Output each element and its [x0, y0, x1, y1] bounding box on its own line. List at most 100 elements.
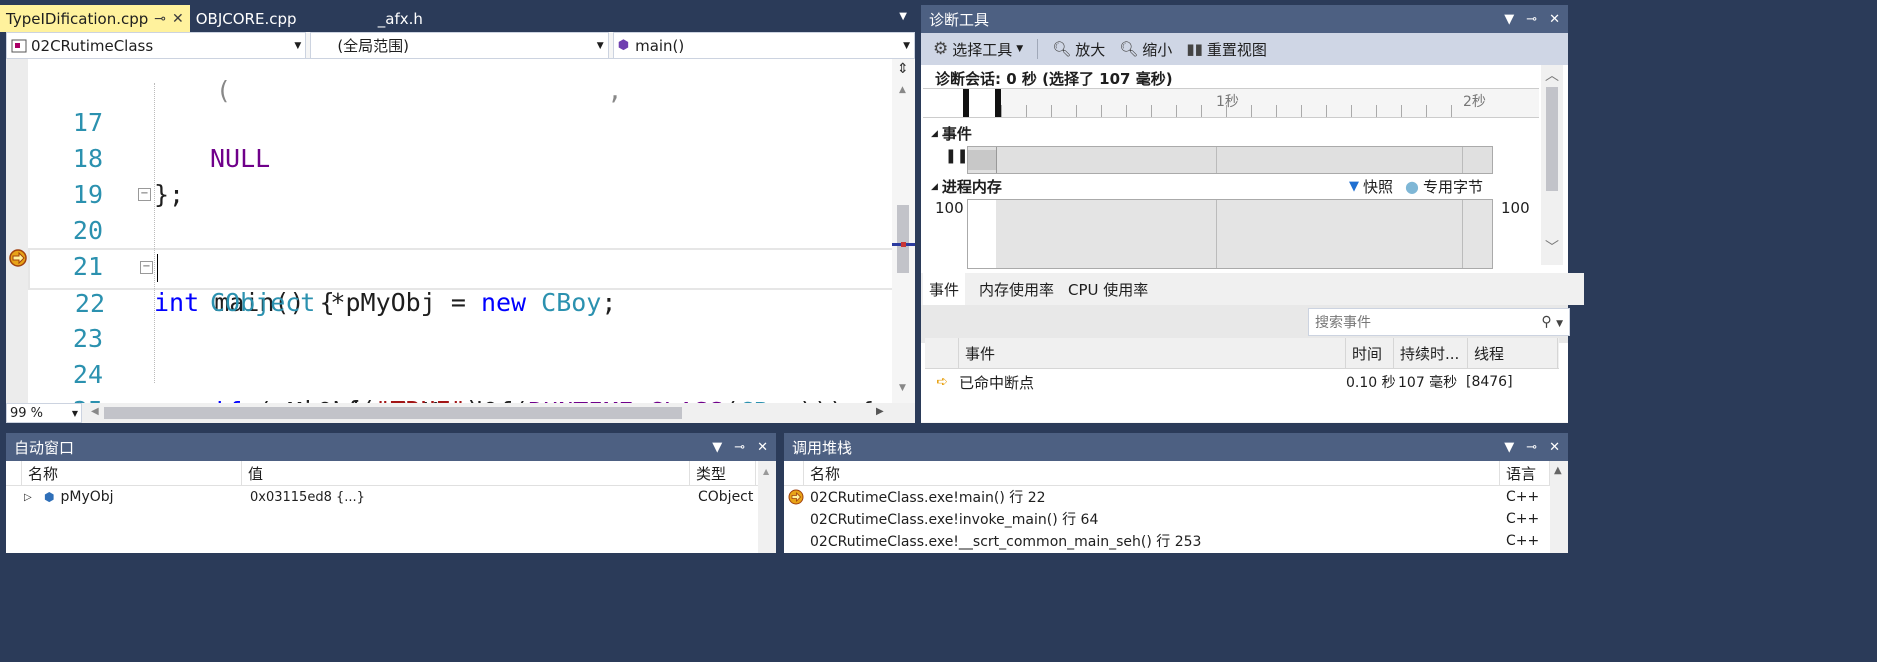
memory-chart[interactable] [967, 199, 1493, 269]
project-combo[interactable]: 02CRutimeClass ▼ [6, 32, 307, 59]
col-duration[interactable]: 持续时... [1394, 338, 1468, 368]
col-event[interactable]: 事件 [959, 338, 1346, 368]
dropdown-icon[interactable]: ▼ [1504, 12, 1514, 27]
tab-objcore[interactable]: OBJCORE.cpp [190, 5, 362, 32]
legend-snapshot: 快照 [1363, 178, 1394, 196]
breakpoint-arrow-icon: ➪ [936, 374, 948, 390]
call-stack-column-header: 名称 语言 [784, 461, 1568, 486]
events-track[interactable] [967, 146, 1493, 174]
variable-value[interactable]: 0x03115ed8 {...} [244, 486, 692, 508]
tab-overflow-icon[interactable]: ▼ [899, 11, 907, 22]
dropdown-icon[interactable]: ▼ [712, 440, 722, 455]
scope-name: (全局范围) [337, 37, 410, 55]
zoom-in-label: 放大 [1075, 40, 1106, 59]
diagnostics-vertical-scrollbar[interactable]: ︿ ﹀ [1541, 65, 1563, 265]
code-line: 19 [28, 141, 892, 209]
tab-cpu-usage[interactable]: CPU 使用率 [1068, 279, 1148, 300]
close-icon[interactable]: ✕ [1549, 12, 1560, 27]
reset-view-button[interactable]: ▮▮ 重置视图 [1186, 39, 1267, 60]
tab-typeidification[interactable]: TypeIDification.cpp ⊸ ✕ [0, 5, 190, 32]
col-language[interactable]: 语言 [1500, 461, 1550, 485]
scroll-up-icon[interactable]: ▲ [899, 85, 906, 95]
call-stack-vertical-scrollbar[interactable]: ▲ [1550, 461, 1568, 553]
fold-toggle[interactable]: − [138, 188, 151, 201]
table-row[interactable]: ▷ ⬢ pMyObj 0x03115ed8 {...} CObject * [6, 486, 776, 508]
dropdown-icon[interactable]: ▼ [1504, 440, 1514, 455]
pin-icon[interactable]: ⊸ [154, 11, 166, 27]
memory-section-header[interactable]: ◢ 进程内存 [931, 176, 1002, 197]
scroll-thumb[interactable] [1546, 87, 1558, 191]
brace-guide [154, 83, 155, 383]
col-time[interactable]: 时间 [1346, 338, 1394, 368]
horizontal-scroll-thumb[interactable] [104, 407, 682, 419]
pin-icon[interactable]: ⊸ [1526, 440, 1537, 455]
scroll-down-icon[interactable]: ▼ [899, 383, 906, 393]
breakpoint-margin[interactable] [6, 59, 28, 403]
frame-language: C++ [1506, 533, 1540, 549]
method-icon: ⬢ [617, 38, 630, 53]
selection-start-handle[interactable] [963, 89, 969, 117]
select-tool-button[interactable]: ⚙ 选择工具 ▼ [933, 39, 1023, 60]
close-icon[interactable]: ✕ [1549, 440, 1560, 455]
col-value[interactable]: 值 [242, 461, 690, 485]
variable-icon: ⬢ [44, 490, 55, 504]
close-icon[interactable]: ✕ [172, 11, 184, 27]
scroll-left-icon[interactable]: ◀ [91, 406, 99, 417]
zoom-combo[interactable]: 99 % ▼ [6, 403, 82, 423]
current-code-line: 22 − if (pMyObj->IsKindOf(RUNTIME_CLASS(… [28, 248, 896, 403]
split-icon[interactable]: ⇕ [897, 61, 909, 77]
table-row[interactable]: ➪ 已命中断点 0.10 秒 107 毫秒 [8476] [925, 369, 1559, 395]
vertical-scrollbar[interactable]: ⇕ ▲ ▼ [892, 59, 915, 403]
event-thread: [8476] [1466, 374, 1513, 390]
scroll-down-icon[interactable]: ﹀ [1545, 237, 1559, 257]
pin-icon[interactable]: ⊸ [1526, 12, 1537, 27]
col-type[interactable]: 类型 [690, 461, 756, 485]
autos-vertical-scrollbar[interactable]: ▲ [758, 461, 776, 553]
scroll-up-icon[interactable]: ▲ [763, 467, 769, 476]
autos-title-bar: 自动窗口 ▼ ⊸ ✕ [6, 433, 776, 461]
bar-chart-icon: ▮▮ [1186, 40, 1203, 58]
horizontal-scrollbar-area: 99 % ▼ ◀ ▶ [6, 403, 915, 423]
tab-events[interactable]: 事件 [923, 273, 966, 305]
tab-memory-usage[interactable]: 内存使用率 [979, 279, 1054, 300]
zoom-out-button[interactable]: 🔍︎ 缩小 [1119, 39, 1172, 60]
diagnostics-panel: 诊断工具 ▼ ⊸ ✕ ⚙ 选择工具 ▼ 🔍︎ 放大 🔍︎ 缩小 ▮▮ 重置视图 … [921, 5, 1584, 423]
zoom-in-button[interactable]: 🔍︎ 放大 [1052, 39, 1105, 60]
col-name[interactable]: 名称 [22, 461, 242, 485]
table-row[interactable]: 02CRutimeClass.exe!__scrt_common_main_se… [784, 530, 1568, 552]
select-tool-label: 选择工具 [952, 40, 1013, 59]
scroll-thumb[interactable] [897, 205, 909, 273]
event-duration: 107 毫秒 [1398, 375, 1458, 391]
pin-icon[interactable]: ⊸ [734, 440, 745, 455]
events-grid-header: 事件 时间 持续时... 线程 [925, 338, 1559, 369]
col-name[interactable]: 名称 [804, 461, 1500, 485]
table-row[interactable]: 02CRutimeClass.exe!main() 行 22 C++ [784, 486, 1568, 508]
scroll-right-icon[interactable]: ▶ [876, 406, 884, 417]
pause-icon[interactable]: ❚❚ [945, 148, 968, 164]
expand-icon[interactable]: ▷ [6, 486, 32, 508]
tab-label: TypeIDification.cpp [6, 9, 149, 28]
table-row[interactable]: 02CRutimeClass.exe!invoke_main() 行 64 C+… [784, 508, 1568, 530]
chevron-down-icon: ▼ [71, 408, 78, 418]
member-name: main() [635, 36, 685, 55]
scope-combo[interactable]: (全局范围) ▼ [310, 32, 609, 59]
search-events-input[interactable]: 搜索事件 ⚲ ▼ [1308, 308, 1570, 336]
variable-type: CObject * [698, 489, 758, 505]
code-editor[interactable]: ( , ) 17 NULL 18 }; 19 20 − int main() {… [6, 59, 915, 403]
close-icon[interactable]: ✕ [757, 440, 768, 455]
tab-afx[interactable]: _afx.h [362, 5, 474, 32]
tab-label: _afx.h [377, 9, 423, 28]
events-section-header[interactable]: ◢ 事件 [931, 123, 972, 144]
toolbar-separator [1037, 39, 1039, 59]
search-icon[interactable]: ⚲ ▼ [1541, 314, 1563, 330]
timeline-ruler[interactable]: 1秒 2秒 [923, 88, 1539, 118]
scroll-up-icon[interactable]: ︿ [1545, 65, 1559, 85]
col-thread[interactable]: 线程 [1468, 338, 1558, 368]
member-combo[interactable]: ⬢ main() ▼ [612, 32, 915, 59]
panel-title: 诊断工具 [929, 10, 990, 29]
fold-toggle[interactable]: − [140, 261, 153, 274]
snapshot-marker-icon: ▼ [1349, 179, 1359, 194]
panel-title: 自动窗口 [14, 438, 75, 457]
legend-private-bytes: 专用字节 [1422, 178, 1483, 196]
scroll-up-icon[interactable]: ▲ [1554, 465, 1562, 476]
